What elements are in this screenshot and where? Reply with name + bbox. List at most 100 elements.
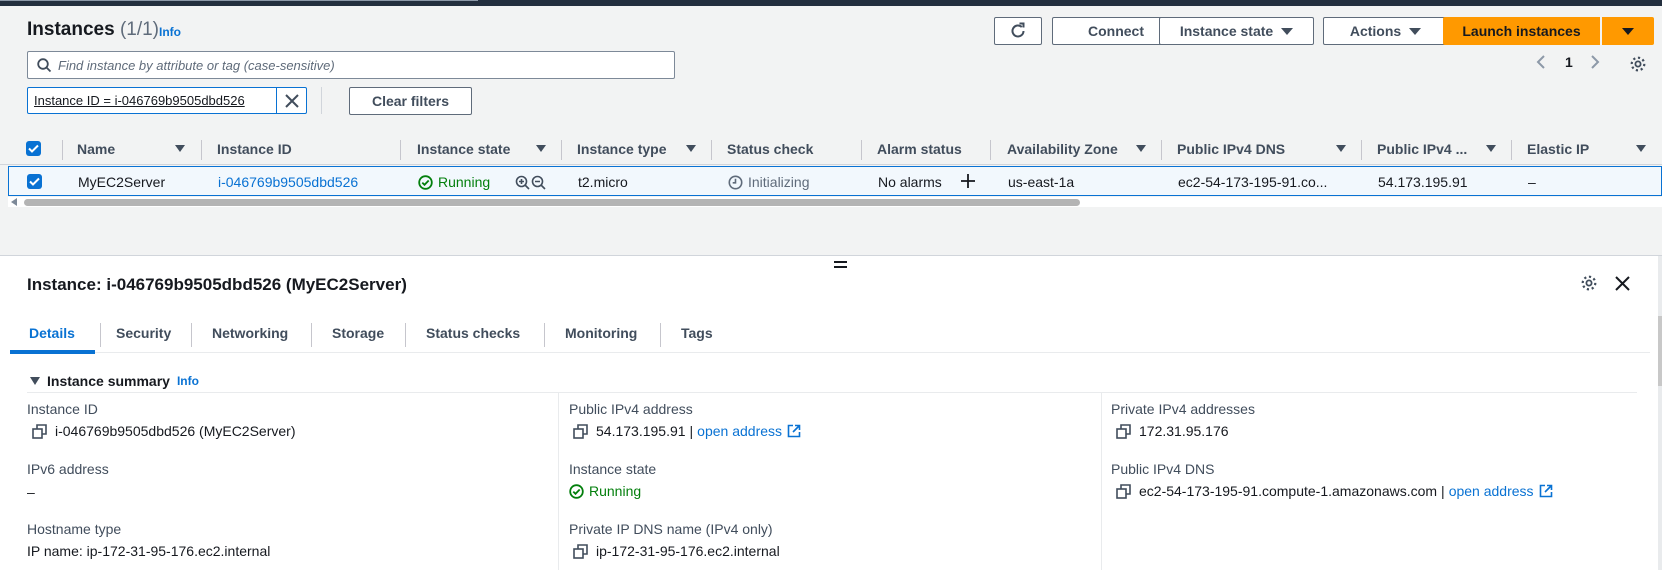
column-instance-id[interactable]: Instance ID	[217, 141, 292, 157]
sort-icon[interactable]	[1636, 145, 1646, 152]
caret-down-icon	[1622, 27, 1634, 35]
check-icon	[28, 144, 39, 153]
sort-icon[interactable]	[1486, 145, 1496, 152]
launch-instances-button[interactable]: Launch instances	[1443, 17, 1600, 45]
clear-filters-button[interactable]: Clear filters	[349, 87, 472, 115]
instance-state-button[interactable]: Instance state	[1159, 17, 1314, 45]
select-all-checkbox[interactable]	[26, 141, 41, 156]
split-divider	[0, 255, 1662, 256]
sort-icon[interactable]	[686, 145, 696, 152]
public-dns-value: ec2-54-173-195-91.compute-1.amazonaws.co…	[1116, 483, 1553, 499]
column-availability-zone[interactable]: Availability Zone	[1007, 141, 1118, 157]
info-link[interactable]: Info	[177, 374, 199, 388]
divider	[558, 393, 559, 570]
external-link-icon[interactable]	[787, 424, 801, 438]
filter-token[interactable]: Instance ID = i-046769b9505dbd526	[27, 87, 307, 114]
cell-instance-state: Running	[418, 174, 490, 190]
column-name[interactable]: Name	[77, 141, 115, 157]
caret-down-icon	[1409, 27, 1422, 35]
remove-filter-button[interactable]	[276, 88, 306, 113]
column-public-ipv4-dns[interactable]: Public IPv4 DNS	[1177, 141, 1285, 157]
info-link[interactable]: Info	[159, 25, 181, 39]
instance-id-link[interactable]: i-046769b9505dbd526	[218, 174, 358, 190]
public-ipv4-value: 54.173.195.91 | open address	[573, 423, 801, 439]
column-instance-state[interactable]: Instance state	[417, 141, 510, 157]
scroll-left-icon[interactable]	[11, 198, 18, 206]
details-settings-gear-icon[interactable]	[1580, 274, 1598, 295]
external-link-icon[interactable]	[1539, 484, 1553, 498]
row-checkbox[interactable]	[27, 174, 42, 189]
instance-summary-header[interactable]: Instance summary Info	[30, 373, 199, 389]
actions-button[interactable]: Actions	[1323, 17, 1448, 45]
active-tab-indicator	[10, 350, 95, 354]
tab-details[interactable]: Details	[29, 325, 75, 341]
cell-alarm-status: No alarms	[878, 174, 942, 190]
tab-networking[interactable]: Networking	[212, 325, 288, 341]
copy-icon[interactable]	[1116, 483, 1131, 499]
close-details-icon[interactable]	[1615, 276, 1630, 294]
tab-tags[interactable]: Tags	[681, 325, 713, 341]
column-alarm-status[interactable]: Alarm status	[877, 141, 962, 157]
sort-icon[interactable]	[536, 145, 546, 152]
tab-monitoring[interactable]: Monitoring	[565, 325, 637, 341]
zoom-out-icon[interactable]	[531, 175, 546, 190]
table-row[interactable]: MyEC2Server i-046769b9505dbd526 Running …	[8, 166, 1662, 196]
cell-instance-type: t2.micro	[578, 174, 628, 190]
close-icon	[284, 93, 299, 108]
search-icon	[37, 57, 52, 72]
clock-icon	[728, 175, 743, 189]
cell-name: MyEC2Server	[78, 174, 166, 190]
divider	[321, 87, 322, 114]
divider	[27, 392, 1637, 393]
copy-icon[interactable]	[1116, 423, 1131, 439]
tab-storage[interactable]: Storage	[332, 325, 384, 341]
ipv6-value: –	[27, 484, 35, 500]
copy-icon[interactable]	[573, 423, 588, 439]
sort-icon[interactable]	[1136, 145, 1146, 152]
table-header: Name Instance ID Instance state Instance…	[0, 133, 1662, 165]
details-tabs: Details Security Networking Storage Stat…	[10, 313, 1650, 354]
divider	[1101, 393, 1102, 570]
sort-icon[interactable]	[1336, 145, 1346, 152]
sort-icon[interactable]	[175, 145, 185, 152]
resize-handle[interactable]	[834, 261, 847, 271]
scrollbar-thumb[interactable]	[1658, 316, 1662, 386]
search-box[interactable]	[27, 51, 675, 79]
copy-icon[interactable]	[32, 423, 47, 439]
tab-security[interactable]: Security	[116, 325, 171, 341]
horizontal-scrollbar[interactable]	[8, 197, 1662, 207]
instance-state-value: Running	[569, 483, 641, 499]
search-input[interactable]	[58, 57, 658, 73]
previous-page-icon[interactable]	[1535, 54, 1547, 73]
page-number[interactable]: 1	[1565, 54, 1573, 70]
tab-status-checks[interactable]: Status checks	[426, 325, 520, 341]
column-status-check[interactable]: Status check	[727, 141, 813, 157]
copy-icon[interactable]	[573, 543, 588, 559]
column-elastic-ip[interactable]: Elastic IP	[1527, 141, 1589, 157]
private-dns-value: ip-172-31-95-176.ec2.internal	[573, 543, 780, 559]
caret-down-icon	[30, 377, 40, 385]
next-page-icon[interactable]	[1589, 54, 1601, 73]
scrollbar-thumb[interactable]	[24, 199, 1080, 206]
details-title: Instance: i-046769b9505dbd526 (MyEC2Serv…	[27, 275, 407, 294]
page-title: Instances (1/1)	[27, 19, 160, 40]
vertical-scrollbar[interactable]	[1658, 256, 1662, 570]
add-alarm-icon[interactable]	[960, 173, 976, 192]
open-address-link[interactable]: open address	[697, 423, 782, 439]
field-label: Public IPv4 address	[569, 401, 693, 417]
private-ipv4-value: 172.31.95.176	[1116, 423, 1229, 439]
launch-dropdown-button[interactable]	[1602, 17, 1654, 45]
field-label: Hostname type	[27, 521, 122, 537]
zoom-in-icon[interactable]	[515, 175, 530, 190]
column-instance-type[interactable]: Instance type	[577, 141, 666, 157]
open-address-link[interactable]: open address	[1449, 483, 1534, 499]
filter-token-label[interactable]: Instance ID = i-046769b9505dbd526	[28, 88, 276, 113]
refresh-button[interactable]	[994, 17, 1042, 45]
caret-down-icon	[1281, 27, 1294, 35]
refresh-icon	[1011, 22, 1025, 38]
field-label: Instance state	[569, 461, 657, 477]
zoom-controls	[515, 175, 546, 190]
preferences-gear-icon[interactable]	[1629, 55, 1647, 76]
field-label: IPv6 address	[27, 461, 109, 477]
column-public-ipv4[interactable]: Public IPv4 ...	[1377, 141, 1467, 157]
